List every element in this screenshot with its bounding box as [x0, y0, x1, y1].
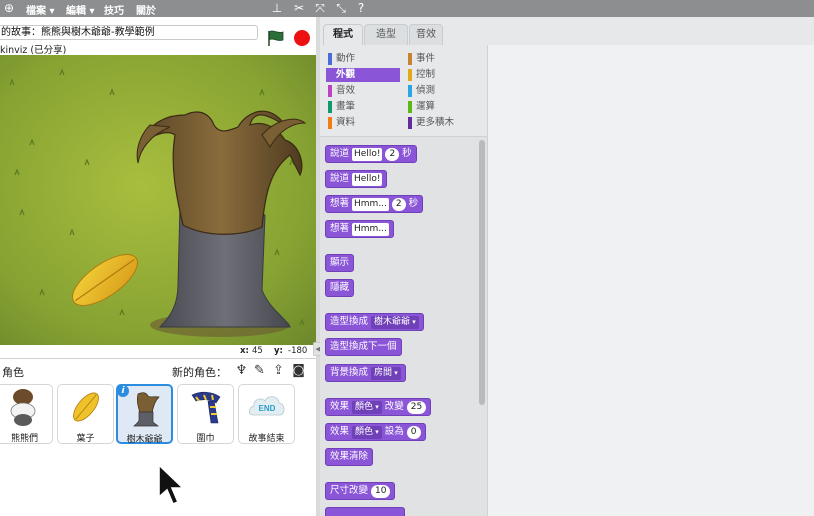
menu-about[interactable]: 關於	[136, 2, 156, 17]
scarf-thumbnail	[191, 391, 221, 424]
menu-edit[interactable]: 編輯 ▾	[66, 2, 95, 17]
block-show[interactable]: 顯示	[325, 254, 355, 272]
menu-file[interactable]: 檔案 ▾	[26, 2, 55, 17]
stage-header: 的故事：熊熊與樹木爺爺-教學範例 kinviz (已分享)	[0, 17, 318, 56]
category-more-blocks[interactable]: 更多積木	[406, 116, 480, 130]
sprite-pane-header: 角色 新的角色： ♆ ✎ ⇪ ◙	[0, 358, 318, 382]
sprite-card-bears[interactable]: 熊熊們	[0, 384, 53, 444]
tree-thumbnail	[133, 392, 160, 427]
sprite-card-scarf[interactable]: 圍巾	[177, 384, 234, 444]
sprites-title: 角色	[2, 366, 24, 379]
project-title-input[interactable]: 的故事：熊熊與樹木爺爺-教學範例	[0, 25, 258, 40]
block-think[interactable]: 想著 Hmm...	[325, 220, 394, 238]
block-categories: 動作 事件 外觀 控制 音效 偵測 畫筆 運算 資料 更多積木	[320, 45, 487, 137]
sprite-card-tree[interactable]: i 樹木爺爺	[116, 384, 173, 445]
block-say[interactable]: 說道 Hello!	[325, 170, 388, 188]
tab-sounds[interactable]: 音效	[409, 24, 443, 45]
block-change-size[interactable]: 尺寸改變 10	[325, 482, 396, 500]
leaf-thumbnail	[73, 392, 99, 422]
block-hide[interactable]: 隱藏	[325, 279, 355, 297]
script-area[interactable]	[487, 45, 814, 516]
block-set-size-partial[interactable]	[325, 507, 405, 516]
grow-icon[interactable]: ⤧	[313, 1, 327, 15]
camera-icon[interactable]: ◙	[291, 363, 306, 378]
mouse-cursor-icon	[158, 463, 185, 506]
block-set-effect[interactable]: 效果顏色設為0	[325, 423, 426, 441]
sprite-card-leaf[interactable]: 葉子	[57, 384, 114, 444]
paint-brush-icon[interactable]: ✎	[252, 363, 267, 378]
stop-button[interactable]	[294, 30, 310, 46]
menu-bar: ⊕ 檔案 ▾ 編輯 ▾ 技巧 關於 ⊥ ✂ ⤧ ⤡ ?	[0, 0, 814, 17]
project-owner: kinviz (已分享)	[0, 45, 67, 56]
block-clear-effects[interactable]: 效果清除	[325, 448, 374, 466]
editor-tabs: 程式 造型 音效	[320, 17, 814, 46]
mouse-y-value: -180	[288, 346, 308, 356]
block-switch-costume[interactable]: 造型換成 樹木爺爺	[325, 313, 424, 331]
green-flag-icon[interactable]	[266, 29, 286, 47]
help-icon[interactable]: ?	[354, 1, 368, 15]
globe-icon[interactable]: ⊕	[2, 1, 16, 15]
category-sensing[interactable]: 偵測	[406, 84, 480, 98]
category-motion[interactable]: 動作	[326, 52, 400, 66]
block-switch-backdrop[interactable]: 背景換成 房間	[325, 364, 406, 382]
block-change-effect[interactable]: 效果顏色改變25	[325, 398, 432, 416]
block-think-for-secs[interactable]: 想著 Hmm... 2 秒	[325, 195, 424, 213]
new-sprite-label: 新的角色：	[172, 366, 227, 379]
tab-costumes[interactable]: 造型	[364, 24, 408, 45]
end-cloud-thumbnail: END	[248, 396, 285, 416]
mouse-coords: x: 45 y: -180	[0, 345, 318, 358]
palette-scrollbar[interactable]	[479, 140, 485, 405]
tab-scripts[interactable]: 程式	[323, 24, 363, 46]
menu-tips[interactable]: 技巧	[104, 2, 124, 17]
category-events[interactable]: 事件	[406, 52, 480, 66]
stage-scene	[0, 55, 316, 345]
block-say-for-secs[interactable]: 說道 Hello! 2 秒	[325, 145, 417, 163]
bears-thumbnail	[10, 389, 36, 426]
shrink-icon[interactable]: ⤡	[334, 1, 348, 15]
end-thumbnail-text: END	[259, 404, 276, 413]
duplicate-stamp-icon[interactable]: ⊥	[270, 1, 284, 15]
upload-sprite-icon[interactable]: ⇪	[271, 363, 286, 378]
stage-canvas[interactable]	[0, 55, 316, 345]
category-operators[interactable]: 運算	[406, 100, 480, 114]
category-sound[interactable]: 音效	[326, 84, 400, 98]
category-control[interactable]: 控制	[406, 68, 480, 82]
category-pen[interactable]: 畫筆	[326, 100, 400, 114]
block-palette: 動作 事件 外觀 控制 音效 偵測 畫筆 運算 資料 更多積木 說道 Hello!…	[320, 45, 487, 516]
sprite-card-end[interactable]: END 故事結束	[238, 384, 295, 444]
cut-scissors-icon[interactable]: ✂	[292, 1, 306, 15]
mouse-x-value: 45	[252, 346, 263, 356]
category-data[interactable]: 資料	[326, 116, 400, 130]
choose-sprite-library-icon[interactable]: ♆	[234, 363, 249, 378]
block-next-costume[interactable]: 造型換成下一個	[325, 338, 402, 356]
category-looks[interactable]: 外觀	[326, 68, 400, 82]
looks-blocks-list: 說道 Hello! 2 秒 說道 Hello! 想著 Hmm... 2 秒 想著 Hmm... …	[320, 138, 487, 516]
